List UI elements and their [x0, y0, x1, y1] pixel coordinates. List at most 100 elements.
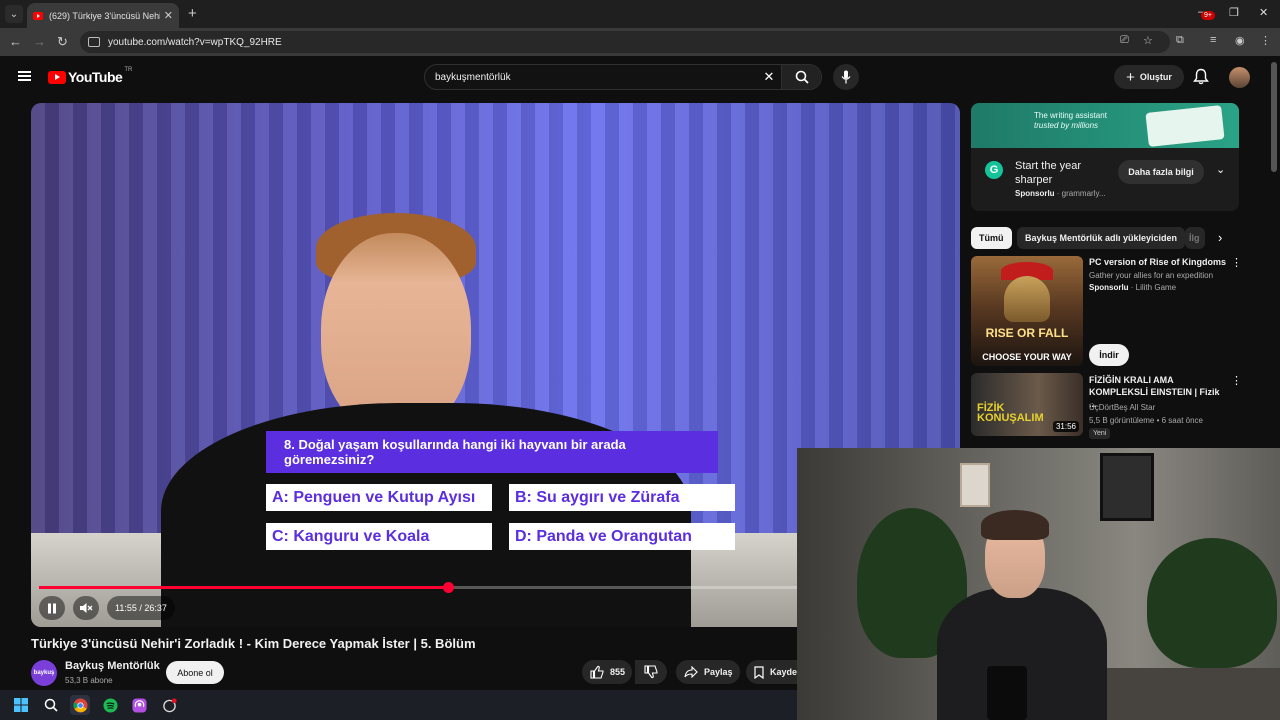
rec-meta-2: 5,5 B görüntüleme • 6 saat önce: [1089, 416, 1203, 425]
forward-icon[interactable]: →: [33, 34, 46, 49]
webcam-person-hair: [981, 510, 1049, 540]
browser-tab-active[interactable]: (629) Türkiye 3'üncüsü Nehir'i Z ✕: [27, 3, 179, 28]
thumbs-up-icon: [590, 665, 604, 679]
thumbnail-helmet: [1004, 276, 1050, 322]
ad-banner-text: The writing assistant trusted by million…: [1034, 111, 1107, 131]
page-scrollbar[interactable]: [1271, 62, 1277, 172]
pause-button[interactable]: [39, 596, 65, 620]
user-avatar[interactable]: [1229, 67, 1250, 88]
cast-icon[interactable]: ⎚: [1120, 34, 1129, 47]
clear-search-icon[interactable]: ✕: [757, 69, 781, 85]
more-options-icon[interactable]: ⋮: [1231, 374, 1242, 387]
chevron-right-icon[interactable]: ›: [1218, 230, 1222, 245]
channel-avatar[interactable]: baykuş: [31, 660, 57, 686]
window-close-icon[interactable]: ✕: [1259, 6, 1268, 19]
create-button[interactable]: + Oluştur: [1114, 65, 1184, 89]
dislike-button[interactable]: [635, 660, 667, 684]
video-progress-fill: [39, 586, 448, 589]
search-box: ✕: [424, 64, 822, 90]
tab-title: (629) Türkiye 3'üncüsü Nehir'i Z: [49, 10, 160, 21]
notifications-button[interactable]: [1193, 68, 1209, 90]
subscriber-count: 53,3 B abone: [65, 676, 113, 685]
url-text: youtube.com/watch?v=wpTKQ_92HRE: [108, 36, 282, 48]
new-tab-icon[interactable]: +: [188, 5, 197, 22]
mute-button[interactable]: [73, 596, 99, 620]
quiz-answer-b: B: Su aygırı ve Zürafa: [509, 484, 735, 511]
tab-close-icon[interactable]: ✕: [164, 9, 173, 22]
search-button[interactable]: [781, 65, 821, 89]
time-display-container: 11:55 / 26:37: [107, 596, 175, 620]
ad-domain: grammarly...: [1061, 189, 1106, 198]
podcast-app-icon: [131, 697, 147, 713]
subscribe-button[interactable]: Abone ol: [166, 661, 224, 684]
logo-country-code: TR: [124, 67, 133, 73]
ad-sponsor-line: Sponsorlu · grammarly...: [1015, 189, 1106, 198]
browser-menu-icon[interactable]: ⋮: [1260, 34, 1271, 47]
magnifier-icon: [44, 698, 58, 712]
more-options-icon[interactable]: ⋮: [1231, 256, 1242, 269]
address-bar[interactable]: youtube.com/watch?v=wpTKQ_92HRE: [80, 31, 1170, 53]
screen: ⌄ (629) Türkiye 3'üncüsü Nehir'i Z ✕ + —…: [0, 0, 1280, 720]
webcam-overlay: [797, 448, 1280, 720]
rec-title-1[interactable]: PC version of Rise of Kingdoms: [1089, 256, 1227, 268]
notification-badge: 9+: [1201, 11, 1215, 20]
restore-icon[interactable]: ❐: [1229, 6, 1239, 19]
chevron-down-icon[interactable]: ⌄: [1216, 163, 1225, 176]
youtube-logo[interactable]: YouTube TR: [48, 67, 133, 85]
video-duration: 31:56: [1052, 421, 1079, 432]
share-arrow-icon: [684, 666, 698, 678]
quiz-answer-d: D: Panda ve Orangutan: [509, 523, 735, 550]
plus-icon: +: [1126, 68, 1135, 86]
rec-channel-2[interactable]: ÜçDörtBeş All Star: [1089, 402, 1155, 413]
learn-more-button[interactable]: Daha fazla bilgi: [1118, 160, 1204, 184]
thumbnail-text: FİZİK KONUŞALIM: [977, 402, 1044, 424]
rec-advertiser: Lilith Game: [1135, 283, 1177, 292]
channel-name[interactable]: Baykuş Mentörlük: [65, 660, 160, 672]
ad-banner-line1: The writing assistant: [1034, 111, 1107, 120]
reload-icon[interactable]: ↻: [57, 34, 68, 50]
share-label: Paylaş: [704, 667, 733, 677]
like-button[interactable]: 855: [582, 660, 632, 684]
notification-app-icon: [162, 697, 177, 712]
video-scrubber-handle[interactable]: [442, 582, 454, 593]
filter-chips: Tümü Baykuş Mentörlük adlı yükleyiciden …: [971, 227, 1239, 249]
profile-icon[interactable]: ◉: [1235, 34, 1245, 47]
sponsored-ad-card[interactable]: The writing assistant trusted by million…: [971, 103, 1239, 211]
ad-banner-card: [1145, 105, 1225, 147]
spotify-taskbar-icon[interactable]: [100, 695, 120, 715]
microphone-stand: [987, 666, 1027, 720]
create-label: Oluştur: [1139, 72, 1172, 82]
app-taskbar-icon[interactable]: [159, 695, 179, 715]
chip-from-uploader[interactable]: Baykuş Mentörlük adlı yükleyiciden: [1017, 227, 1186, 249]
wall-frame-small: [960, 463, 990, 507]
microphone-icon: [841, 70, 851, 84]
bookmark-star-icon[interactable]: ☆: [1143, 34, 1153, 47]
wall-frame-large: [1100, 453, 1154, 521]
chip-related[interactable]: İlg: [1185, 227, 1205, 249]
bell-icon: [1193, 68, 1209, 85]
media-controls-icon[interactable]: ≡: [1210, 34, 1216, 46]
chip-all[interactable]: Tümü: [971, 227, 1012, 249]
browser-toolbar: ← → ↻ youtube.com/watch?v=wpTKQ_92HRE: [0, 28, 1280, 56]
extensions-icon[interactable]: ⧉: [1176, 34, 1184, 47]
rec-thumbnail-1[interactable]: RISE OR FALL CHOOSE YOUR WAY: [971, 256, 1083, 366]
search-input[interactable]: [425, 71, 757, 83]
podcast-taskbar-icon[interactable]: [129, 695, 149, 715]
tab-search-dropdown-icon[interactable]: ⌄: [5, 5, 23, 23]
taskbar-search-icon[interactable]: [41, 695, 61, 715]
chrome-taskbar-icon[interactable]: [70, 695, 90, 715]
download-button[interactable]: İndir: [1089, 344, 1129, 366]
back-icon[interactable]: ←: [9, 34, 22, 49]
menu-hamburger-icon[interactable]: [18, 71, 31, 81]
voice-search-button[interactable]: [833, 64, 859, 90]
thumbnail-text-1: RISE OR FALL: [985, 326, 1069, 340]
ad-banner-image[interactable]: The writing assistant trusted by million…: [971, 103, 1239, 148]
save-button[interactable]: Kayde: [746, 660, 797, 684]
rec-thumbnail-2[interactable]: FİZİK KONUŞALIM 31:56: [971, 373, 1083, 436]
windows-start-icon[interactable]: [11, 695, 31, 715]
new-badge: Yeni: [1089, 428, 1111, 439]
share-button[interactable]: Paylaş: [676, 660, 740, 684]
quiz-answer-a: A: Penguen ve Kutup Ayısı: [266, 484, 492, 511]
site-info-icon[interactable]: [88, 37, 100, 47]
rec-sponsor-label: Sponsorlu: [1089, 283, 1129, 292]
